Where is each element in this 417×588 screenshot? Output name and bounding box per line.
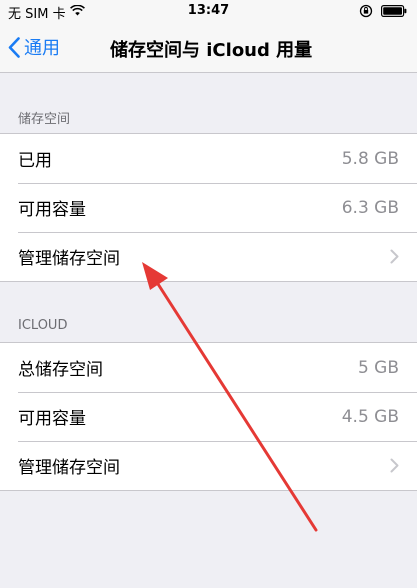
status-right (359, 4, 407, 22)
row-value: 4.5 GB (341, 406, 399, 427)
row-label: 总储存空间 (18, 360, 103, 380)
row-label: 管理储存空间 (18, 249, 120, 269)
chevron-right-icon (390, 458, 399, 473)
storage-group: 已用 5.8 GB 可用容量 6.3 GB 管理储存空间 (0, 133, 417, 282)
chevron-right-icon (390, 249, 399, 264)
orientation-lock-icon (359, 4, 373, 22)
row-value: 5.8 GB (341, 148, 399, 169)
chevron-left-icon (8, 36, 20, 58)
row-manage-storage[interactable]: 管理储存空间 (0, 232, 417, 281)
row-label: 管理储存空间 (18, 458, 120, 478)
row-label: 已用 (18, 151, 52, 171)
status-bar: 无 SIM 卡 13:47 (0, 0, 417, 22)
row-value: 6.3 GB (341, 197, 399, 218)
section-header-storage: 储存空间 (18, 112, 71, 127)
icloud-group: 总储存空间 5 GB 可用容量 4.5 GB 管理储存空间 (0, 342, 417, 491)
row-used: 已用 5.8 GB (0, 134, 417, 183)
row-label: 可用容量 (18, 409, 86, 429)
row-total-storage: 总储存空间 5 GB (0, 343, 417, 392)
status-time: 13:47 (187, 3, 230, 18)
back-label: 通用 (24, 38, 60, 59)
back-button[interactable]: 通用 (8, 34, 60, 60)
row-icloud-manage-storage[interactable]: 管理储存空间 (0, 441, 417, 490)
annotation-arrow (142, 262, 318, 532)
battery-icon (381, 5, 407, 21)
row-label: 可用容量 (18, 200, 86, 220)
section-header-icloud: ICLOUD (18, 318, 68, 333)
row-available: 可用容量 6.3 GB (0, 183, 417, 232)
row-value: 5 GB (357, 357, 399, 378)
nav-bar: 通用 储存空间与 iCloud 用量 (0, 22, 417, 73)
row-icloud-available: 可用容量 4.5 GB (0, 392, 417, 441)
page-title: 储存空间与 iCloud 用量 (110, 40, 313, 61)
